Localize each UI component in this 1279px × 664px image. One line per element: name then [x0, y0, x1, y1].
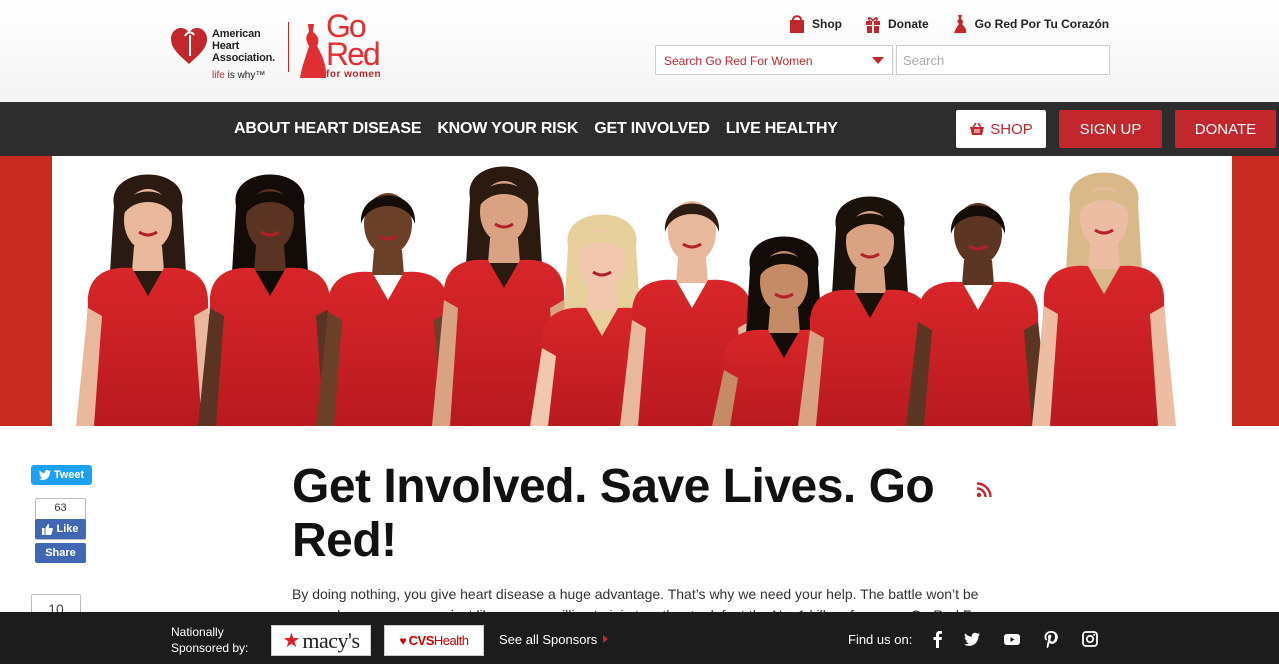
cvs-health-sponsor-logo[interactable]: ♥ CVSHealth	[384, 625, 484, 656]
main-nav-items: ABOUT HEART DISEASE KNOW YOUR RISK GET I…	[234, 102, 854, 156]
logo-divider	[288, 22, 289, 72]
facebook-icon[interactable]	[929, 630, 947, 648]
like-count: 63	[54, 502, 67, 514]
nav-signup-button[interactable]: SIGN UP	[1059, 110, 1162, 148]
macys-star-icon: ★	[282, 630, 301, 652]
site-header: American Heart Association. life is why™…	[0, 0, 1279, 102]
aha-tagline: life is why™	[212, 70, 266, 81]
util-link-por-tu-corazon-label: Go Red Por Tu Corazón	[974, 17, 1110, 31]
like-label: Like	[56, 523, 79, 535]
like-button[interactable]: Like	[35, 519, 86, 539]
facebook-like-box: 63 Like	[35, 498, 86, 540]
twitter-icon[interactable]	[963, 630, 981, 648]
macys-sponsor-logo[interactable]: ★ macy's	[271, 625, 371, 656]
nav-item-live-healthy[interactable]: LIVE HEALTHY	[726, 120, 838, 138]
hero-photo-women-in-red	[52, 156, 1232, 426]
shopping-bag-icon	[790, 15, 804, 33]
youtube-icon[interactable]	[1003, 630, 1021, 648]
aha-wordmark: American Heart Association.	[212, 28, 276, 64]
facebook-share-button[interactable]: Share	[35, 543, 86, 563]
red-dress-icon	[953, 15, 966, 33]
gift-icon	[866, 17, 880, 33]
see-all-sponsors-link[interactable]: See all Sponsors	[499, 632, 609, 647]
cvs-wordmark: CVSHealth	[408, 633, 469, 648]
nav-item-know-your-risk[interactable]: KNOW YOUR RISK	[437, 120, 578, 138]
utility-links: Shop Donate Go Red Por Tu Corazón	[788, 12, 1109, 36]
hero-group-photo	[52, 156, 1232, 426]
chevron-down-icon	[872, 57, 884, 64]
aha-heart-torch-icon	[171, 28, 207, 64]
find-us-label: Find us on:	[848, 632, 913, 647]
arrow-right-icon	[603, 635, 609, 643]
nav-donate-button[interactable]: DONATE	[1175, 110, 1276, 148]
util-link-shop[interactable]: Shop	[788, 14, 842, 34]
util-link-shop-label: Shop	[812, 17, 842, 31]
tweet-label: Tweet	[53, 469, 85, 481]
aha-logo[interactable]: American Heart Association. life is why™	[170, 24, 290, 84]
go-red-logo[interactable]: Go Red for women	[296, 8, 396, 84]
cvs-heart-icon: ♥	[399, 633, 407, 648]
nav-shop-label: SHOP	[990, 120, 1033, 138]
search-scope-select[interactable]: Search Go Red For Women	[655, 45, 893, 75]
util-link-donate-label: Donate	[888, 17, 929, 31]
instagram-icon[interactable]	[1081, 630, 1099, 648]
thumbs-up-icon	[42, 523, 54, 535]
rss-icon[interactable]	[976, 482, 992, 498]
hero-banner	[0, 156, 1279, 426]
sponsor-footer-bar: Nationally Sponsored by: ★ macy's ♥ CVSH…	[0, 612, 1279, 664]
tweet-button[interactable]: Tweet	[31, 465, 92, 485]
pinterest-icon[interactable]	[1042, 630, 1060, 648]
twitter-bird-icon	[38, 470, 51, 480]
go-red-subtitle: for women	[326, 69, 382, 80]
sponsor-label: Nationally Sponsored by:	[171, 625, 249, 655]
red-dress-logo-icon	[300, 24, 327, 78]
page-title: Get Involved. Save Lives. Go Red!	[292, 460, 935, 567]
util-link-por-tu-corazon[interactable]: Go Red Por Tu Corazón	[951, 14, 1109, 34]
search-input[interactable]	[896, 45, 1110, 75]
see-all-sponsors-label: See all Sponsors	[499, 632, 598, 647]
nav-item-about-heart-disease[interactable]: ABOUT HEART DISEASE	[234, 120, 422, 138]
macys-wordmark: macy's	[302, 627, 360, 653]
nav-item-get-involved[interactable]: GET INVOLVED	[594, 120, 710, 138]
go-red-wordmark: Go Red	[326, 8, 381, 72]
nav-shop-button[interactable]: SHOP	[956, 110, 1046, 148]
search-scope-value: Search Go Red For Women	[664, 54, 813, 68]
basket-icon	[970, 122, 985, 135]
util-link-donate[interactable]: Donate	[864, 14, 929, 34]
